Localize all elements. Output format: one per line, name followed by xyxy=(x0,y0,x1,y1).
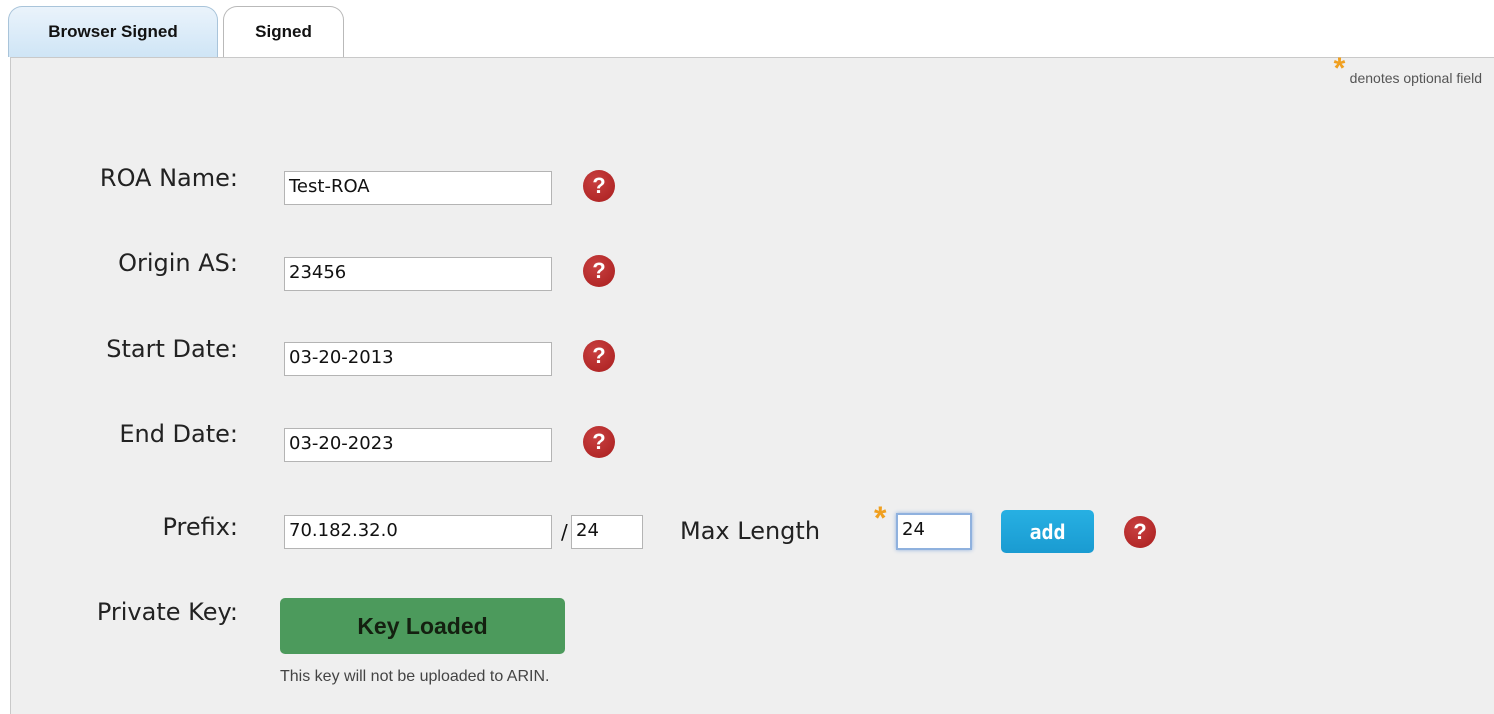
origin-as-input[interactable]: 23456 xyxy=(284,257,552,291)
prefix-help-icon[interactable]: ? xyxy=(1124,516,1156,548)
start-date-label: Start Date: xyxy=(106,335,238,363)
roa-name-input[interactable]: Test-ROA xyxy=(284,171,552,205)
add-prefix-button[interactable]: add xyxy=(1001,510,1094,553)
private-key-label: Private Key: xyxy=(96,598,238,626)
prefix-length-input[interactable]: 24 xyxy=(571,515,643,549)
end-date-input[interactable]: 03-20-2023 xyxy=(284,428,552,462)
prefix-separator: / xyxy=(561,520,568,544)
optional-star-icon: * xyxy=(1333,52,1346,85)
optional-field-legend: * denotes optional field xyxy=(1334,54,1482,87)
end-date-label: End Date: xyxy=(119,420,238,448)
end-date-help-icon[interactable]: ? xyxy=(583,426,615,458)
roa-name-help-icon[interactable]: ? xyxy=(583,170,615,202)
prefix-label: Prefix: xyxy=(162,513,238,541)
start-date-input[interactable]: 03-20-2013 xyxy=(284,342,552,376)
optional-field-text: denotes optional field xyxy=(1349,70,1482,86)
tab-browser-signed[interactable]: Browser Signed xyxy=(8,6,218,57)
key-loaded-button[interactable]: Key Loaded xyxy=(280,598,565,654)
tab-signed[interactable]: Signed xyxy=(223,6,344,57)
origin-as-help-icon[interactable]: ? xyxy=(583,255,615,287)
origin-as-label: Origin AS: xyxy=(118,249,238,277)
prefix-address-input[interactable]: 70.182.32.0 xyxy=(284,515,552,549)
private-key-note: This key will not be uploaded to ARIN. xyxy=(280,668,550,685)
roa-name-label: ROA Name: xyxy=(99,164,238,192)
start-date-help-icon[interactable]: ? xyxy=(583,340,615,372)
max-length-label: Max Length xyxy=(680,517,821,545)
max-length-optional-star-icon: * xyxy=(874,500,887,536)
max-length-input[interactable]: 24 xyxy=(896,513,972,550)
